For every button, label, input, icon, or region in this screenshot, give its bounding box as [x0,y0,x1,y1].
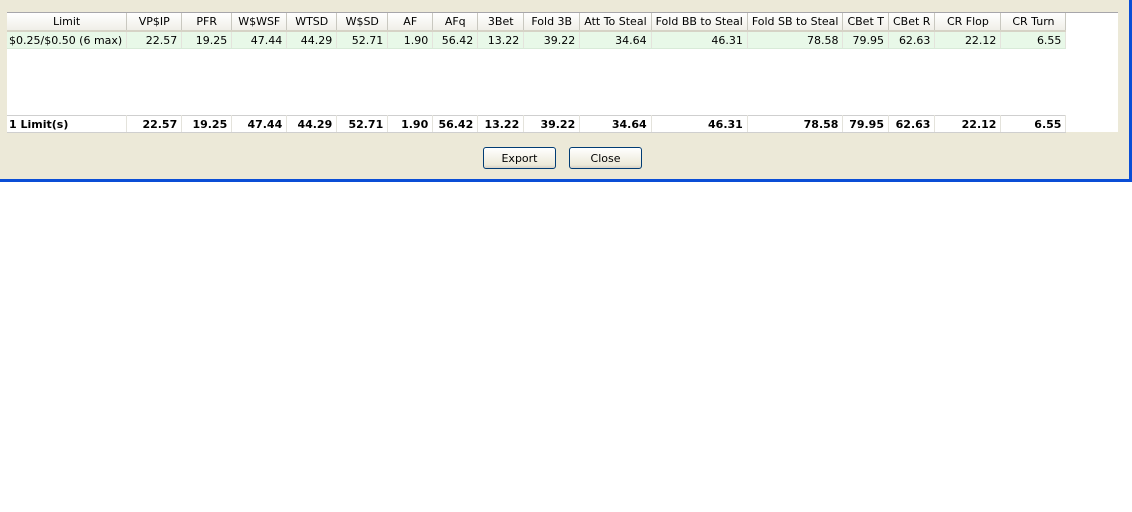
totals-cell: 39.22 [523,115,581,133]
col-header-af[interactable]: AF [387,13,434,32]
col-header-limit[interactable]: Limit [7,13,128,32]
table-cell: 79.95 [842,31,889,49]
col-header-cbet-r[interactable]: CBet R [888,13,936,32]
col-header-afq[interactable]: AFq [432,13,479,32]
stats-table: Limit VP$IP PFR W$WSF WTSD W$SD AF AFq 3… [7,13,1067,133]
stats-grid: Limit VP$IP PFR W$WSF WTSD W$SD AF AFq 3… [7,12,1118,133]
table-cell: 46.31 [651,31,748,49]
empty-area [7,48,1066,116]
totals-cell: 56.42 [432,115,479,133]
table-cell: 62.63 [888,31,936,49]
col-header-pfr[interactable]: PFR [181,13,233,32]
table-cell: 34.64 [579,31,652,49]
table-cell: 47.44 [231,31,288,49]
totals-cell: 13.22 [477,115,525,133]
table-cell: 22.12 [934,31,1002,49]
col-header-fold-bb-to-steal[interactable]: Fold BB to Steal [651,13,748,32]
totals-row: 1 Limit(s) 22.57 19.25 47.44 44.29 52.71… [7,115,1067,133]
export-button[interactable]: Export [483,147,556,169]
table-cell: 39.22 [523,31,581,49]
table-cell: 56.42 [432,31,479,49]
table-cell: 1.90 [387,31,434,49]
col-header-wtsd[interactable]: WTSD [286,13,338,32]
table-cell: 19.25 [181,31,233,49]
col-header-cr-flop[interactable]: CR Flop [934,13,1002,32]
table-cell: 22.57 [126,31,183,49]
col-header-wsd[interactable]: W$SD [336,13,389,32]
col-header-cbet-t[interactable]: CBet T [842,13,889,32]
table-cell: 78.58 [747,31,844,49]
totals-cell: 47.44 [231,115,288,133]
totals-cell: 6.55 [1000,115,1067,133]
totals-cell: 1.90 [387,115,434,133]
table-cell: 6.55 [1000,31,1067,49]
header-row: Limit VP$IP PFR W$WSF WTSD W$SD AF AFq 3… [7,13,1067,32]
col-header-fold-sb-to-steal[interactable]: Fold SB to Steal [747,13,844,32]
totals-cell: 1 Limit(s) [7,115,128,133]
totals-cell: 79.95 [842,115,889,133]
table-cell: 52.71 [336,31,389,49]
table-cell: 13.22 [477,31,525,49]
totals-cell: 34.64 [579,115,652,133]
close-button[interactable]: Close [569,147,642,169]
totals-cell: 22.12 [934,115,1002,133]
totals-cell: 44.29 [286,115,338,133]
col-header-3bet[interactable]: 3Bet [477,13,525,32]
col-header-wwsf[interactable]: W$WSF [231,13,288,32]
table-cell: 44.29 [286,31,338,49]
col-header-att-to-steal[interactable]: Att To Steal [579,13,652,32]
col-header-fold-3b[interactable]: Fold 3B [523,13,581,32]
col-header-vpip[interactable]: VP$IP [126,13,183,32]
col-header-cr-turn[interactable]: CR Turn [1000,13,1067,32]
stats-window: Limit VP$IP PFR W$WSF WTSD W$SD AF AFq 3… [0,0,1132,182]
table-row[interactable]: $0.25/$0.50 (6 max) 22.57 19.25 47.44 44… [7,31,1067,49]
totals-cell: 46.31 [651,115,748,133]
totals-cell: 52.71 [336,115,389,133]
totals-cell: 22.57 [126,115,183,133]
totals-cell: 62.63 [888,115,936,133]
table-cell: $0.25/$0.50 (6 max) [7,31,128,49]
totals-cell: 78.58 [747,115,844,133]
totals-cell: 19.25 [181,115,233,133]
